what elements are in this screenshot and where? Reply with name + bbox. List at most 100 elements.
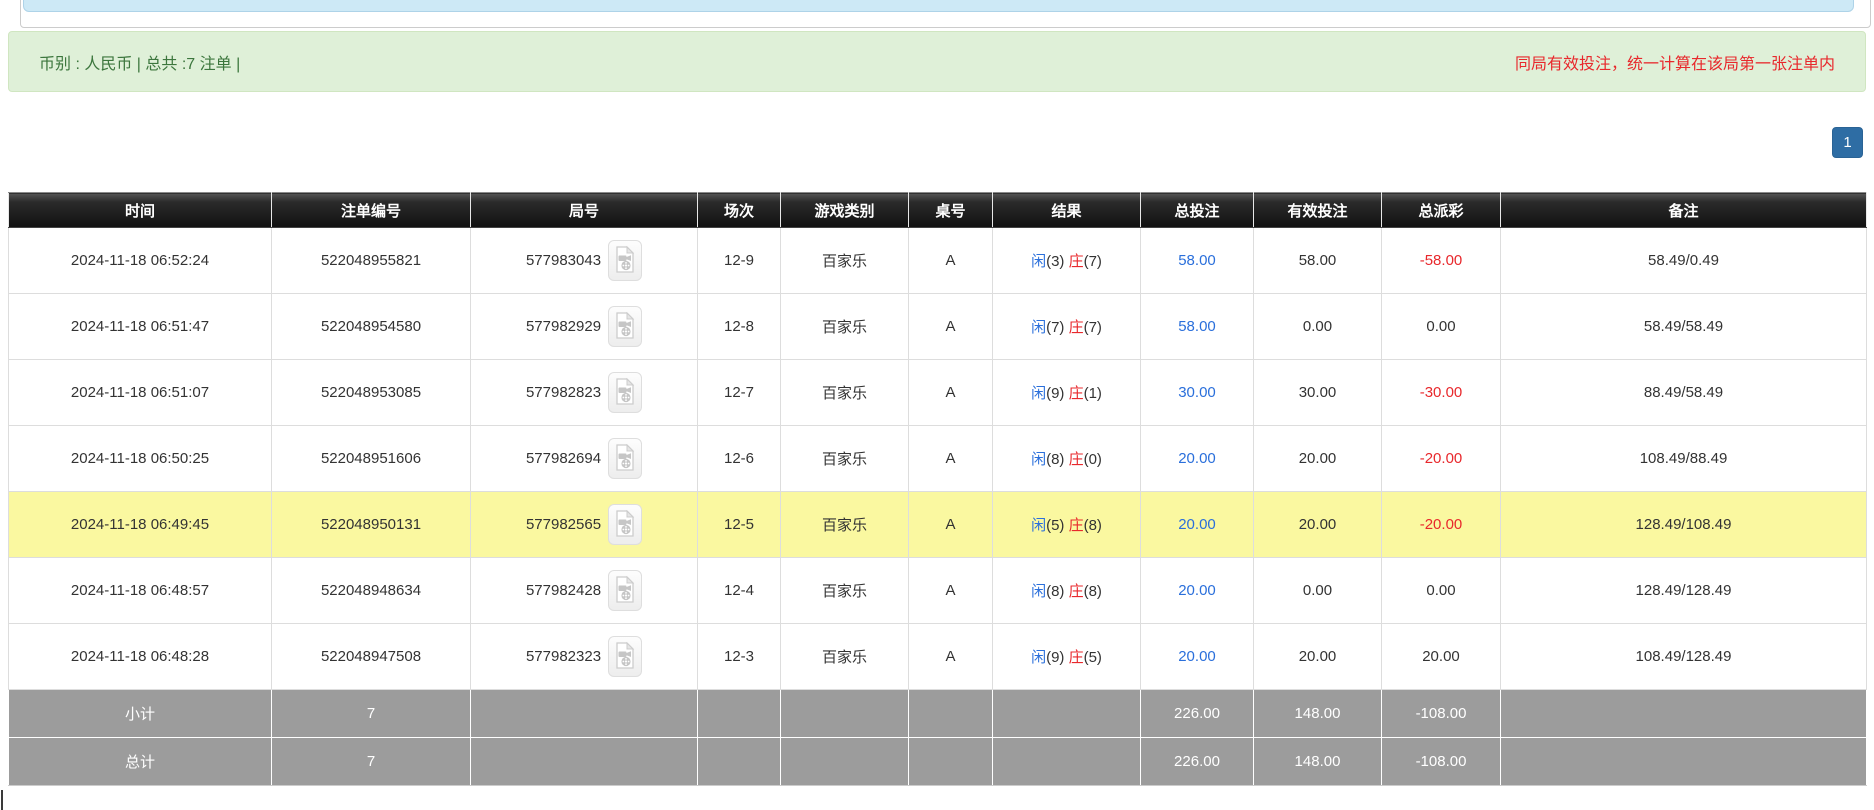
game-type-cell: 百家乐 xyxy=(781,426,909,492)
video-replay-button[interactable] xyxy=(608,372,642,413)
summary-empty-cell xyxy=(909,690,993,738)
video-replay-button[interactable] xyxy=(608,306,642,347)
bet-row: 2024-11-18 06:52:24522048955821577983043… xyxy=(9,228,1867,294)
video-replay-button[interactable] xyxy=(608,240,642,281)
table-number-cell: A xyxy=(909,426,993,492)
payout-cell: -30.00 xyxy=(1382,360,1501,426)
summary-valid-bet-cell: 148.00 xyxy=(1254,738,1382,786)
total-bet-cell: 20.00 xyxy=(1141,558,1254,624)
video-replay-icon xyxy=(614,312,636,342)
bet-id-cell: 522048950131 xyxy=(272,492,471,558)
valid-bet-cell: 20.00 xyxy=(1254,624,1382,690)
player-result-score: (5) xyxy=(1046,517,1069,534)
player-result-score: (7) xyxy=(1046,319,1069,336)
column-header-7: 总投注 xyxy=(1141,193,1254,228)
banker-result-score: (7) xyxy=(1084,253,1102,270)
total-bet-cell: 20.00 xyxy=(1141,426,1254,492)
summary-count-cell: 7 xyxy=(272,738,471,786)
total-bet-link[interactable]: 30.00 xyxy=(1178,384,1216,401)
video-replay-button[interactable] xyxy=(608,504,642,545)
collapsed-top-panel xyxy=(20,0,1871,28)
player-result-label: 闲 xyxy=(1031,517,1046,534)
summary-empty-cell xyxy=(781,738,909,786)
summary-payout-cell: -108.00 xyxy=(1382,738,1501,786)
total-bet-cell: 20.00 xyxy=(1141,624,1254,690)
time-cell: 2024-11-18 06:49:45 xyxy=(9,492,272,558)
session-cell: 12-4 xyxy=(698,558,781,624)
total-bet-link[interactable]: 20.00 xyxy=(1178,516,1216,533)
round-cell: 577982823 xyxy=(471,360,698,426)
game-type-cell: 百家乐 xyxy=(781,492,909,558)
payout-cell: 0.00 xyxy=(1382,558,1501,624)
banker-result-label: 庄 xyxy=(1069,517,1084,534)
banker-result-label: 庄 xyxy=(1069,253,1084,270)
remark-cell: 128.49/108.49 xyxy=(1501,492,1867,558)
result-cell: 闲(5) 庄(8) xyxy=(993,492,1141,558)
result-cell: 闲(8) 庄(0) xyxy=(993,426,1141,492)
time-cell: 2024-11-18 06:48:28 xyxy=(9,624,272,690)
bet-id-cell: 522048947508 xyxy=(272,624,471,690)
banker-result-label: 庄 xyxy=(1069,385,1084,402)
total-bet-link[interactable]: 20.00 xyxy=(1178,648,1216,665)
partial-border-line xyxy=(1,790,3,810)
game-type-cell: 百家乐 xyxy=(781,294,909,360)
summary-payout-cell: -108.00 xyxy=(1382,690,1501,738)
pagination: 1 xyxy=(1832,127,1863,158)
bet-records-table: 时间注单编号局号场次游戏类别桌号结果总投注有效投注总派彩备注 2024-11-1… xyxy=(8,192,1867,786)
player-result-score: (9) xyxy=(1046,649,1069,666)
column-header-10: 备注 xyxy=(1501,193,1867,228)
video-replay-icon xyxy=(614,444,636,474)
table-number-cell: A xyxy=(909,492,993,558)
video-replay-button[interactable] xyxy=(608,438,642,479)
round-wrap: 577982823 xyxy=(475,372,693,413)
remark-cell: 58.49/0.49 xyxy=(1501,228,1867,294)
round-number: 577982323 xyxy=(526,648,601,665)
video-replay-button[interactable] xyxy=(608,570,642,611)
total-bet-cell: 58.00 xyxy=(1141,228,1254,294)
total-bet-link[interactable]: 58.00 xyxy=(1178,318,1216,335)
total-bet-link[interactable]: 58.00 xyxy=(1178,252,1216,269)
valid-bet-cell: 58.00 xyxy=(1254,228,1382,294)
time-cell: 2024-11-18 06:50:25 xyxy=(9,426,272,492)
time-cell: 2024-11-18 06:52:24 xyxy=(9,228,272,294)
summary-label-cell: 总计 xyxy=(9,738,272,786)
summary-alert: 币别 : 人民币 | 总共 :7 注单 | 同局有效投注，统一计算在该局第一张注… xyxy=(8,31,1866,92)
summary-empty-cell xyxy=(993,738,1141,786)
total-bet-link[interactable]: 20.00 xyxy=(1178,450,1216,467)
round-wrap: 577982565 xyxy=(475,504,693,545)
result-cell: 闲(9) 庄(1) xyxy=(993,360,1141,426)
column-header-0: 时间 xyxy=(9,193,272,228)
payout-cell: -58.00 xyxy=(1382,228,1501,294)
bet-id-cell: 522048948634 xyxy=(272,558,471,624)
session-cell: 12-7 xyxy=(698,360,781,426)
payout-cell: -20.00 xyxy=(1382,426,1501,492)
result-cell: 闲(7) 庄(7) xyxy=(993,294,1141,360)
banker-result-score: (8) xyxy=(1084,517,1102,534)
round-wrap: 577982694 xyxy=(475,438,693,479)
banker-result-score: (1) xyxy=(1084,385,1102,402)
page-1-button[interactable]: 1 xyxy=(1832,127,1863,158)
round-wrap: 577982323 xyxy=(475,636,693,677)
video-replay-icon xyxy=(614,510,636,540)
summary-valid-bet-cell: 148.00 xyxy=(1254,690,1382,738)
video-replay-icon xyxy=(614,642,636,672)
payout-cell: -20.00 xyxy=(1382,492,1501,558)
banker-result-label: 庄 xyxy=(1069,451,1084,468)
round-wrap: 577982929 xyxy=(475,306,693,347)
player-result-score: (3) xyxy=(1046,253,1069,270)
column-header-1: 注单编号 xyxy=(272,193,471,228)
summary-empty-cell xyxy=(781,690,909,738)
round-wrap: 577982428 xyxy=(475,570,693,611)
round-number: 577982428 xyxy=(526,582,601,599)
table-header-row: 时间注单编号局号场次游戏类别桌号结果总投注有效投注总派彩备注 xyxy=(9,193,1867,228)
valid-bet-cell: 0.00 xyxy=(1254,294,1382,360)
remark-cell: 128.49/128.49 xyxy=(1501,558,1867,624)
summary-empty-cell xyxy=(1501,738,1867,786)
column-header-5: 桌号 xyxy=(909,193,993,228)
total-bet-link[interactable]: 20.00 xyxy=(1178,582,1216,599)
summary-total-bet-cell: 226.00 xyxy=(1141,690,1254,738)
video-replay-button[interactable] xyxy=(608,636,642,677)
round-number: 577982565 xyxy=(526,516,601,533)
game-type-cell: 百家乐 xyxy=(781,624,909,690)
result-cell: 闲(8) 庄(8) xyxy=(993,558,1141,624)
